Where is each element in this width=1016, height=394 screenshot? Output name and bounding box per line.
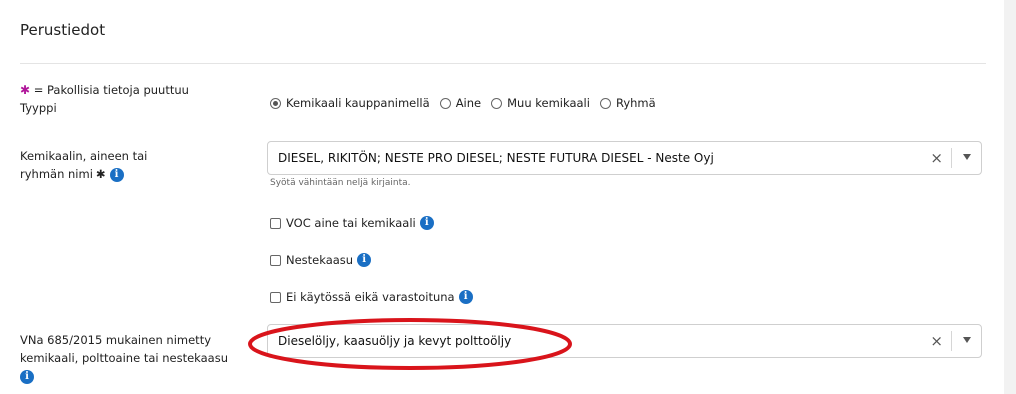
vna-label-line1: VNa 685/2015 mukainen nimetty [20,333,212,347]
vna-chemical-select[interactable]: Dieselöljy, kaasuöljy ja kevyt polttoölj… [267,324,982,358]
checkbox-nestekaasu[interactable]: Nestekaasu i [270,253,372,267]
radio-label: Kemikaali kauppanimellä [286,96,430,110]
type-radio-group: Kemikaali kauppanimellä Aine Muu kemikaa… [270,96,666,110]
chemical-name-label-line1: Kemikaalin, aineen tai [20,149,148,163]
chemical-name-value: DIESEL, RIKITÖN; NESTE PRO DIESEL; NESTE… [278,151,714,165]
chemical-name-select[interactable]: DIESEL, RIKITÖN; NESTE PRO DIESEL; NESTE… [267,141,982,175]
vna-label: VNa 685/2015 mukainen nimetty kemikaali,… [20,331,228,385]
type-label: Tyyppi [20,101,57,115]
info-icon[interactable]: i [357,253,372,267]
chevron-down-icon[interactable] [963,337,971,343]
radio-button[interactable] [439,97,451,109]
required-legend-text: = Pakollisia tietoja puuttuu [30,83,189,97]
radio-button[interactable] [491,97,503,109]
chemical-name-label: Kemikaalin, aineen tai ryhmän nimi ✱ i [20,147,147,183]
vna-label-line2: kemikaali, polttoaine tai nestekaasu [20,351,228,365]
select-separator [951,331,952,351]
info-icon[interactable]: i [458,290,473,304]
radio-aine[interactable]: Aine [439,96,482,110]
info-icon[interactable]: i [419,216,434,230]
checkbox[interactable] [270,291,281,303]
scrollbar-track[interactable] [1004,0,1016,394]
checkbox-label: Nestekaasu [286,253,354,267]
checkbox-label: VOC aine tai kemikaali [286,216,416,230]
select-separator [951,148,952,168]
clear-icon[interactable]: × [930,150,943,166]
vna-chemical-value: Dieselöljy, kaasuöljy ja kevyt polttoölj… [278,334,512,348]
required-star-icon: ✱ [95,167,106,181]
required-legend: ✱ = Pakollisia tietoja puuttuu [20,83,189,97]
radio-button-checked[interactable] [270,97,281,109]
section-title: Perustiedot [20,21,106,39]
section-divider [20,63,986,64]
clear-icon[interactable]: × [930,333,943,349]
radio-button[interactable] [599,97,611,109]
checkbox[interactable] [270,217,281,229]
checkbox-ei-kaytossa[interactable]: Ei käytössä eikä varastoituna i [270,290,473,304]
radio-label: Ryhmä [615,96,656,110]
info-icon[interactable]: i [20,369,34,384]
radio-label: Muu kemikaali [507,96,590,110]
radio-kemikaali-kauppanimella[interactable]: Kemikaali kauppanimellä [270,96,430,110]
radio-ryhma[interactable]: Ryhmä [599,96,656,110]
required-star-icon: ✱ [20,83,31,97]
radio-muu-kemikaali[interactable]: Muu kemikaali [491,96,590,110]
checkbox-label: Ei käytössä eikä varastoituna [286,290,455,304]
checkbox-voc[interactable]: VOC aine tai kemikaali i [270,216,434,230]
chemical-name-label-line2: ryhmän nimi ✱ i [20,165,147,183]
radio-label: Aine [455,96,482,110]
checkbox[interactable] [270,254,281,266]
chemical-name-hint: Syötä vähintään neljä kirjainta. [270,178,411,188]
info-icon[interactable]: i [109,167,124,182]
vna-label-line3: i [20,367,228,385]
chevron-down-icon[interactable] [963,154,971,160]
